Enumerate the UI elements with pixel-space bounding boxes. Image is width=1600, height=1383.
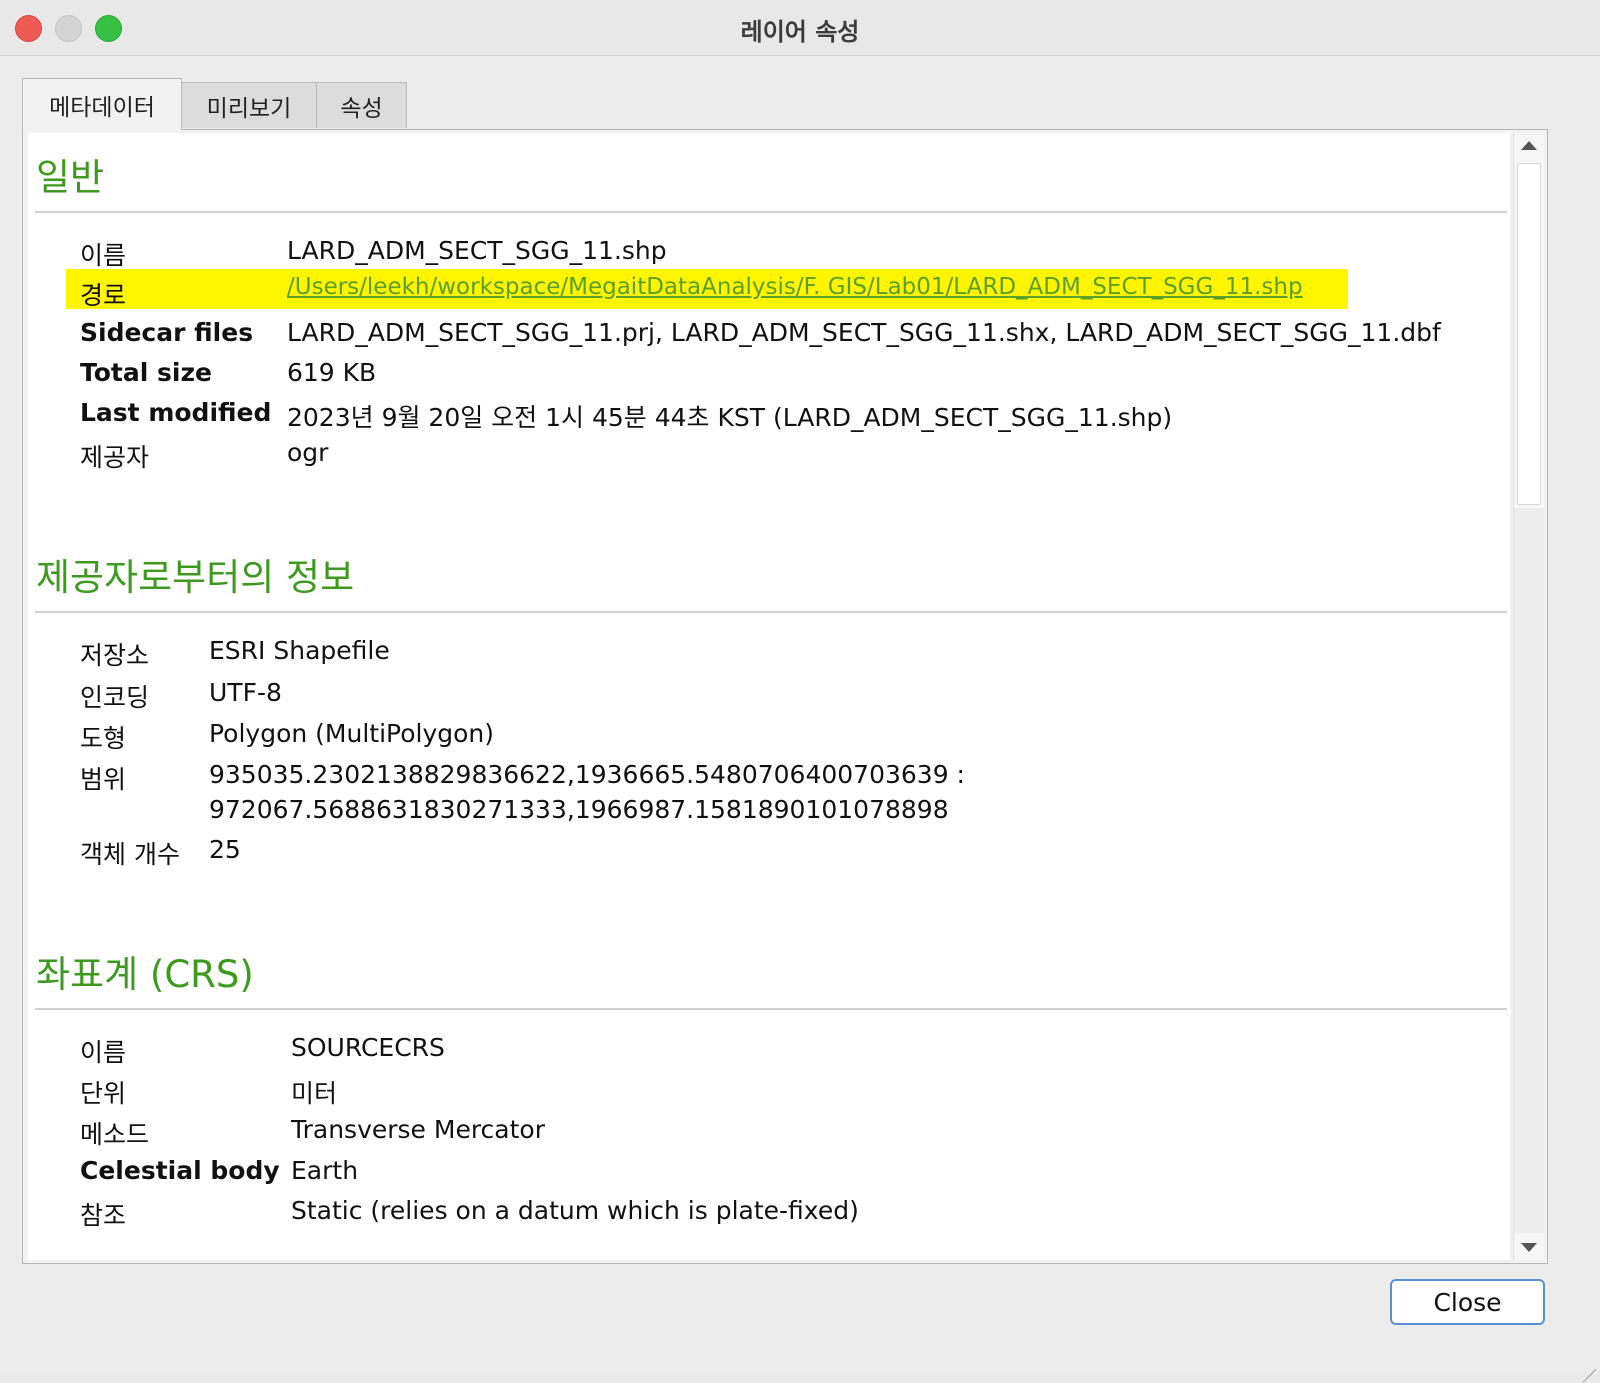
scroll-thumb[interactable] — [1517, 163, 1541, 505]
divider — [35, 611, 1507, 613]
tab-preview[interactable]: 미리보기 — [181, 82, 317, 128]
divider — [35, 1008, 1507, 1010]
value-crs-name: SOURCECRS — [291, 1033, 445, 1062]
section-title-general: 일반 — [36, 156, 105, 199]
tab-attributes[interactable]: 속성 — [316, 82, 407, 128]
value-provider: ogr — [287, 438, 329, 467]
metadata-content: 일반 이름 LARD_ADM_SECT_SGG_11.shp 경로 /Users… — [28, 133, 1510, 1260]
tab-metadata[interactable]: 메타데이터 — [22, 78, 182, 130]
value-last-modified: 2023년 9월 20일 오전 1시 45분 44초 KST (LARD_ADM… — [287, 403, 1173, 432]
window-title: 레이어 속성 — [740, 18, 860, 46]
label-reference: 참조 — [80, 1201, 127, 1230]
resize-grip-icon[interactable] — [1578, 1352, 1596, 1383]
title-bar: 레이어 속성 — [0, 0, 1600, 56]
label-last-modified: Last modified — [80, 398, 272, 427]
value-storage: ESRI Shapefile — [209, 636, 390, 665]
value-feature-count: 25 — [209, 835, 241, 864]
metadata-panel: 일반 이름 LARD_ADM_SECT_SGG_11.shp 경로 /Users… — [22, 129, 1548, 1264]
label-units: 단위 — [80, 1079, 127, 1108]
label-geometry: 도형 — [80, 724, 127, 753]
label-celestial-body: Celestial body — [80, 1156, 280, 1185]
value-encoding: UTF-8 — [209, 678, 282, 707]
value-extent-line1: 935035.2302138829836622,1936665.54807064… — [209, 760, 965, 789]
label-method: 메소드 — [80, 1120, 150, 1149]
label-provider: 제공자 — [80, 443, 150, 472]
label-encoding: 인코딩 — [80, 683, 150, 712]
value-units: 미터 — [291, 1079, 338, 1108]
value-method: Transverse Mercator — [291, 1115, 545, 1144]
scroll-up-icon[interactable] — [1521, 141, 1537, 150]
value-celestial-body: Earth — [291, 1156, 359, 1185]
label-path: 경로 — [80, 281, 127, 310]
close-button[interactable]: Close — [1390, 1279, 1545, 1325]
scroll-track[interactable] — [1514, 508, 1544, 1233]
label-storage: 저장소 — [80, 641, 150, 670]
value-geometry: Polygon (MultiPolygon) — [209, 719, 495, 748]
label-feature-count: 객체 개수 — [80, 840, 180, 869]
label-sidecar-files: Sidecar files — [80, 318, 254, 347]
label-name: 이름 — [80, 241, 127, 270]
layer-properties-window: 레이어 속성 메타데이터 미리보기 속성 일반 이름 LARD_ADM_SECT… — [0, 0, 1600, 1383]
value-sidecar-files: LARD_ADM_SECT_SGG_11.prj, LARD_ADM_SECT_… — [287, 318, 1441, 347]
label-total-size: Total size — [80, 358, 212, 387]
value-total-size: 619 KB — [287, 358, 377, 387]
value-extent-line2: 972067.5688631830271333,1966987.15818901… — [209, 795, 949, 824]
scroll-down-icon[interactable] — [1521, 1243, 1537, 1252]
label-crs-name: 이름 — [80, 1038, 127, 1067]
label-extent: 범위 — [80, 765, 127, 794]
section-title-provider-info: 제공자로부터의 정보 — [36, 556, 355, 599]
value-reference: Static (relies on a datum which is plate… — [291, 1196, 859, 1225]
section-title-crs: 좌표계 (CRS) — [36, 953, 254, 996]
vertical-scrollbar[interactable] — [1513, 133, 1544, 1260]
value-name: LARD_ADM_SECT_SGG_11.shp — [287, 236, 667, 265]
divider — [35, 211, 1507, 213]
path-link[interactable]: /Users/leekh/workspace/MegaitDataAnalysi… — [287, 274, 1303, 300]
